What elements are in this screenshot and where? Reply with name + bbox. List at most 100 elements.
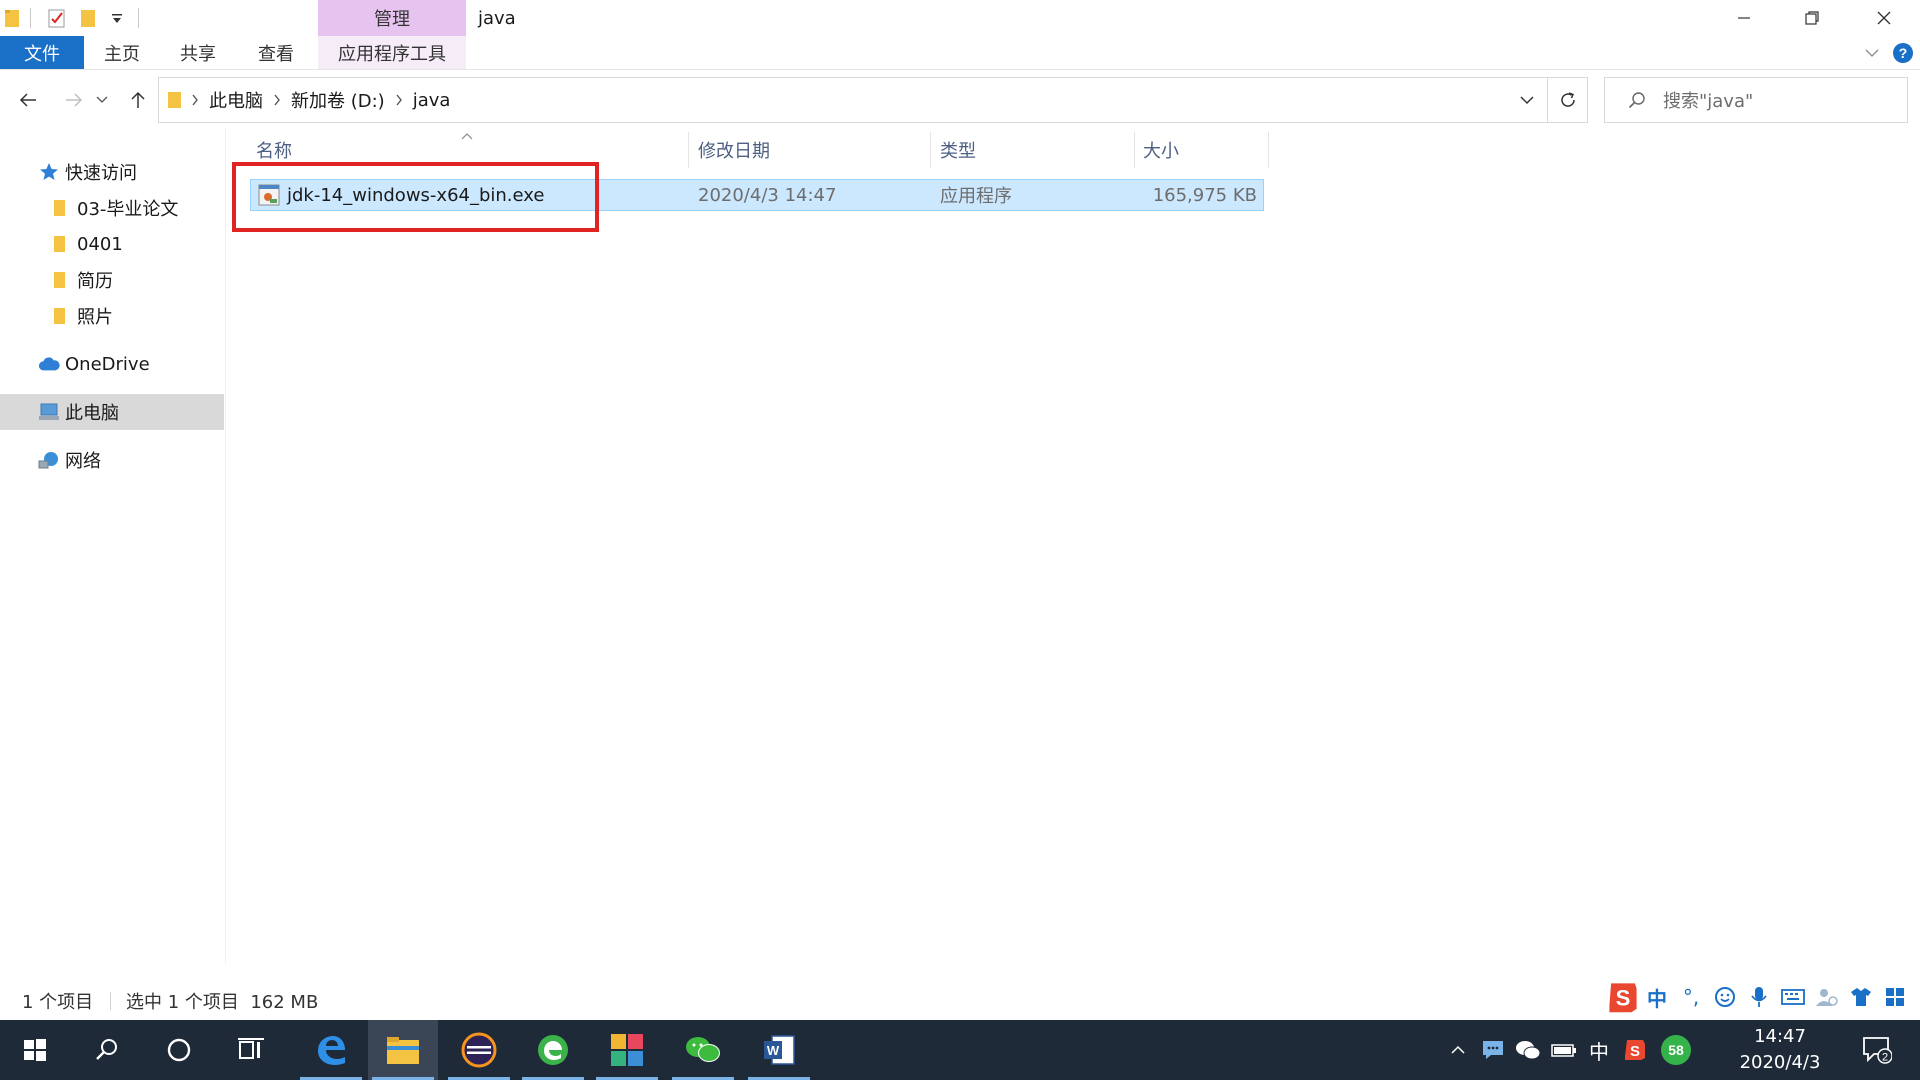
system-clock[interactable]: 14:47 2020/4/3: [1720, 1020, 1840, 1080]
svg-text:S: S: [1616, 986, 1631, 1011]
properties-icon[interactable]: [46, 4, 68, 32]
sidebar-item-network[interactable]: 网络: [0, 442, 224, 478]
svg-text:W: W: [767, 1043, 780, 1058]
user-icon[interactable]: [1810, 980, 1844, 1014]
folder-icon: [48, 233, 70, 255]
svg-text:S: S: [1630, 1043, 1640, 1060]
title-bar: 管理 java: [0, 0, 1920, 36]
new-folder-icon[interactable]: [80, 4, 98, 32]
taskbar-app-eclipse[interactable]: [444, 1020, 514, 1080]
sidebar-item-this-pc[interactable]: 此电脑: [0, 394, 224, 430]
security-badge-icon[interactable]: 58: [1656, 1020, 1696, 1080]
column-header-type[interactable]: 类型: [940, 132, 1130, 168]
svg-text:?: ?: [1899, 45, 1908, 61]
task-view-icon: [238, 1038, 264, 1059]
column-divider[interactable]: [688, 132, 689, 168]
tab-application-tools[interactable]: 应用程序工具: [318, 36, 466, 69]
column-header-name[interactable]: 名称: [256, 132, 686, 168]
breadcrumb-java[interactable]: java: [405, 78, 459, 122]
sidebar-item-quick-access[interactable]: 快速访问: [0, 154, 224, 190]
back-button[interactable]: [12, 84, 44, 116]
restore-button[interactable]: [1778, 0, 1846, 36]
customize-toolbar-icon[interactable]: [110, 4, 124, 32]
address-history-chevron-down-icon[interactable]: [1517, 90, 1537, 110]
taskbar-app-360-browser[interactable]: [518, 1020, 588, 1080]
refresh-icon: [1560, 92, 1575, 107]
taskbar-app-wechat[interactable]: [668, 1020, 738, 1080]
file-row[interactable]: jdk-14_windows-x64_bin.exe 2020/4/3 14:4…: [250, 179, 1264, 211]
cortana-button[interactable]: [144, 1020, 214, 1080]
wechat-tray-icon[interactable]: [1512, 1020, 1544, 1080]
sidebar-item-label: 简历: [77, 271, 113, 292]
sogou-ime-icon[interactable]: S: [1606, 980, 1640, 1014]
sidebar-item-pinned-folder[interactable]: 03-毕业论文: [0, 190, 224, 226]
cortana-circle-icon: [167, 1038, 191, 1062]
minimize-button[interactable]: [1710, 0, 1778, 36]
keyboard-icon[interactable]: [1776, 980, 1810, 1014]
column-divider[interactable]: [1268, 132, 1269, 168]
selection-info: 选中 1 个项目 162 MB: [126, 992, 319, 1013]
column-header-date[interactable]: 修改日期: [698, 132, 928, 168]
tab-view[interactable]: 查看: [244, 36, 308, 69]
sidebar-item-pinned-folder[interactable]: 0401: [0, 226, 224, 262]
address-bar[interactable]: 此电脑 新加卷 (D:) java: [158, 77, 1548, 123]
toolbox-grid-icon[interactable]: [1878, 980, 1912, 1014]
sidebar-item-label: 03-毕业论文: [77, 199, 179, 220]
input-language-indicator[interactable]: 中: [1584, 1020, 1614, 1080]
expand-ribbon-icon[interactable]: [1858, 36, 1886, 70]
skin-shirt-icon[interactable]: [1844, 980, 1878, 1014]
action-center-button[interactable]: 2: [1852, 1020, 1902, 1080]
item-count: 1 个项目: [22, 992, 94, 1013]
sidebar-item-label: OneDrive: [65, 353, 150, 375]
battery-icon[interactable]: [1548, 1020, 1580, 1080]
help-icon[interactable]: ?: [1890, 36, 1916, 70]
refresh-button[interactable]: [1548, 77, 1588, 123]
breadcrumb-this-pc[interactable]: 此电脑: [201, 78, 271, 122]
file-size: 165,975 KB: [1152, 184, 1257, 206]
ime-mode-toggle[interactable]: 中: [1640, 980, 1674, 1014]
folder-icon: [48, 269, 70, 291]
column-header-size[interactable]: 大小: [1143, 132, 1263, 168]
ime-punctuation-toggle[interactable]: °,: [1674, 980, 1708, 1014]
tab-share[interactable]: 共享: [166, 36, 230, 69]
taskbar-app-file-explorer[interactable]: [368, 1020, 438, 1080]
taskbar-app-photos[interactable]: [592, 1020, 662, 1080]
chat-bubble-icon[interactable]: [1478, 1020, 1508, 1080]
forward-button[interactable]: [58, 84, 90, 116]
file-name: jdk-14_windows-x64_bin.exe: [287, 184, 545, 206]
taskbar-app-word[interactable]: W: [744, 1020, 814, 1080]
breadcrumb-drive-d[interactable]: 新加卷 (D:): [283, 78, 393, 122]
taskbar-app-edge[interactable]: [296, 1020, 366, 1080]
folder-icon: [48, 197, 70, 219]
up-button[interactable]: [122, 84, 154, 116]
start-button[interactable]: [0, 1020, 70, 1080]
close-button[interactable]: [1850, 0, 1918, 36]
microphone-icon[interactable]: [1742, 980, 1776, 1014]
search-input[interactable]: 搜索"java": [1604, 77, 1908, 123]
sidebar-item-onedrive[interactable]: OneDrive: [0, 346, 224, 382]
emoji-icon[interactable]: [1708, 980, 1742, 1014]
column-divider[interactable]: [1134, 132, 1135, 168]
show-hidden-icons-chevron-up-icon[interactable]: [1444, 1020, 1472, 1080]
context-tab-group-label: 管理: [318, 0, 466, 36]
recent-locations-chevron-down-icon[interactable]: [92, 84, 112, 116]
tab-home[interactable]: 主页: [90, 36, 154, 69]
tab-file[interactable]: 文件: [0, 36, 84, 69]
sidebar-item-pinned-folder[interactable]: 简历: [0, 262, 224, 298]
chevron-right-icon[interactable]: [393, 94, 405, 106]
column-divider[interactable]: [930, 132, 931, 168]
search-placeholder: 搜索"java": [1663, 91, 1754, 112]
chevron-right-icon[interactable]: [271, 94, 283, 106]
navigation-pane: 快速访问 03-毕业论文 0401 简历 照片 OneDrive 此电脑 网络: [0, 128, 226, 964]
clock-date: 2020/4/3: [1739, 1052, 1821, 1073]
sidebar-item-label: 照片: [77, 307, 113, 328]
ribbon-tab-bar: 文件 主页 共享 查看 应用程序工具 ?: [0, 36, 1920, 70]
computer-icon: [38, 401, 60, 423]
star-icon: [38, 161, 60, 183]
task-view-button[interactable]: [216, 1020, 286, 1080]
sidebar-item-label: 0401: [77, 233, 123, 255]
sogou-tray-icon[interactable]: S: [1620, 1020, 1650, 1080]
sidebar-item-pinned-folder[interactable]: 照片: [0, 298, 224, 334]
taskbar-search-button[interactable]: [72, 1020, 142, 1080]
chevron-right-icon[interactable]: [189, 94, 201, 106]
